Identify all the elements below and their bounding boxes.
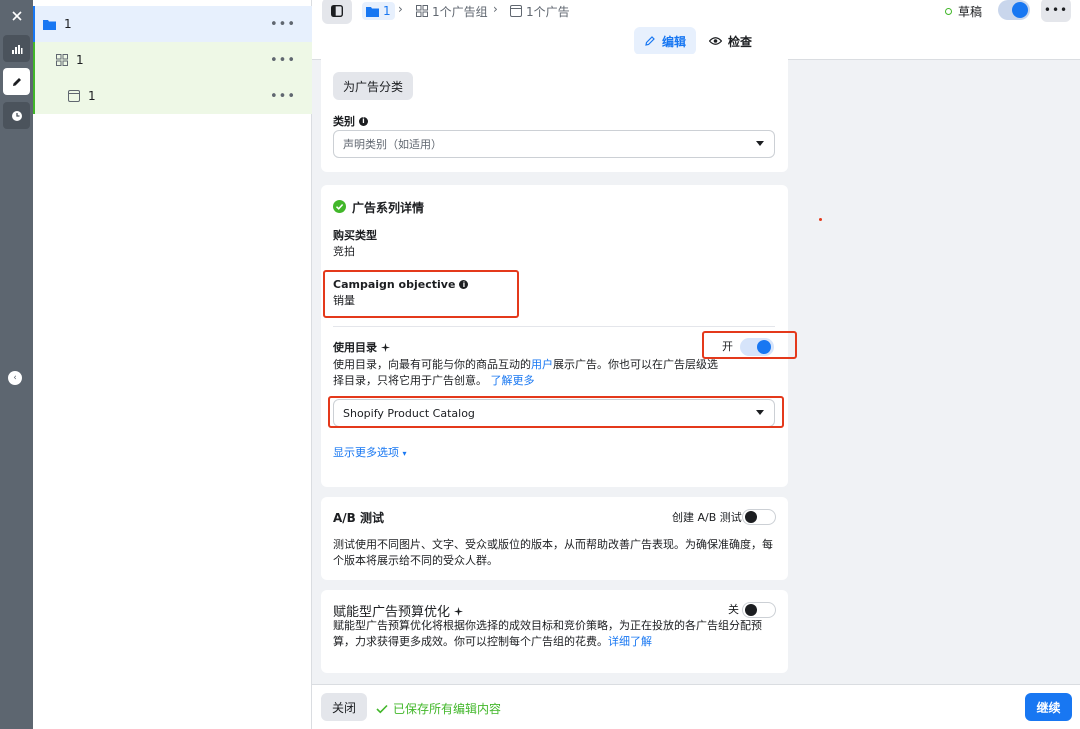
close-icon[interactable] xyxy=(3,2,30,29)
purchase-type-value: 竞拍 xyxy=(333,245,355,258)
breadcrumb-adset[interactable]: 1个广告组 xyxy=(416,2,488,20)
status-label: 草稿 xyxy=(958,5,983,19)
pencil-icon xyxy=(645,36,655,46)
budget-toggle-label: 关 xyxy=(728,603,739,616)
more-icon[interactable]: ••• xyxy=(270,53,296,68)
sparkle-icon xyxy=(454,607,464,616)
continue-button[interactable]: 继续 xyxy=(1025,693,1072,721)
category-card: 为广告分类 类别 i 声明类别（如适用） xyxy=(321,54,788,172)
status-badge: 草稿 xyxy=(945,3,982,20)
status-dot-icon xyxy=(945,8,952,15)
tab-edit[interactable]: 编辑 xyxy=(634,27,697,55)
objective-highlight xyxy=(323,270,519,318)
ad-icon xyxy=(68,90,80,102)
divider xyxy=(333,326,775,327)
tab-review[interactable]: 检查 xyxy=(699,27,762,55)
purchase-type-label: 购买类型 xyxy=(333,229,377,242)
saved-status: 已保存所有编辑内容 xyxy=(376,700,501,717)
tab-label: 检查 xyxy=(728,34,753,49)
ad-icon xyxy=(510,5,522,17)
tree-item-ad[interactable]: 1 ••• xyxy=(33,78,312,114)
breadcrumb-label: 1个广告组 xyxy=(432,4,488,19)
caret-down-icon: ▾ xyxy=(402,449,407,458)
category-placeholder: 声明类别（如适用） xyxy=(343,138,442,151)
check-icon xyxy=(376,704,388,713)
catalog-desc-part: 使用目录，向最有可能与你的商品互动的 xyxy=(333,358,531,371)
more-icon[interactable]: ••• xyxy=(270,17,296,32)
category-label: 类别 i xyxy=(333,113,368,129)
user-link[interactable]: 用户 xyxy=(531,358,553,371)
catalog-select-highlight xyxy=(328,396,784,428)
campaign-details-title: 广告系列详情 xyxy=(352,201,425,215)
more-options-button[interactable]: ••• xyxy=(1041,0,1071,22)
editor-header: 1 › 1个广告组 › 1个广告 草稿 ••• 编辑 检查 xyxy=(312,0,1080,60)
catalog-label-text: 使用目录 xyxy=(333,341,377,354)
editor-content: 为广告分类 类别 i 声明类别（如适用） 广告系列详情 购买类型 竞拍 Camp… xyxy=(312,54,799,684)
categorize-ad-button[interactable]: 为广告分类 xyxy=(333,72,413,100)
publish-toggle[interactable] xyxy=(998,0,1030,20)
tab-label: 编辑 xyxy=(662,34,687,49)
preview-area xyxy=(799,60,1080,684)
more-icon[interactable]: ••• xyxy=(270,89,296,104)
ab-test-card: A/B 测试 创建 A/B 测试 测试使用不同图片、文字、受众或版位的版本，从而… xyxy=(321,497,788,580)
tree-item-campaign[interactable]: 1 ••• xyxy=(33,6,312,42)
show-more-options-link[interactable]: 显示更多选项 ▾ xyxy=(333,445,407,462)
eye-icon xyxy=(709,37,722,45)
ab-test-toggle-label: 创建 A/B 测试 xyxy=(672,511,742,524)
pencil-icon[interactable] xyxy=(3,68,30,95)
tree-item-label: 1 xyxy=(88,89,96,103)
show-more-label: 显示更多选项 xyxy=(333,446,399,459)
clock-icon[interactable] xyxy=(3,102,30,129)
chart-icon[interactable] xyxy=(3,35,30,62)
catalog-toggle-highlight xyxy=(702,331,797,359)
campaign-tree: 1 ••• 1 ••• 1 ••• xyxy=(33,0,312,729)
budget-desc-text: 赋能型广告预算优化将根据你选择的成效目标和竞价策略，为正在投放的各广告组分配预算… xyxy=(333,619,762,648)
campaign-details-card: 广告系列详情 购买类型 竞拍 Campaign objective i 销量 使… xyxy=(321,185,797,487)
ab-test-toggle[interactable] xyxy=(742,509,776,525)
budget-toggle[interactable] xyxy=(742,602,776,618)
category-label-text: 类别 xyxy=(333,115,355,128)
learn-more-link[interactable]: 了解更多 xyxy=(491,374,535,387)
panel-toggle-icon[interactable] xyxy=(322,0,352,24)
grid-icon xyxy=(56,54,68,66)
breadcrumb-ad[interactable]: 1个广告 xyxy=(510,2,570,20)
breadcrumb-campaign[interactable]: 1 xyxy=(362,2,395,20)
ab-test-description: 测试使用不同图片、文字、受众或版位的版本，从而帮助改善广告表现。为确保准确度，每… xyxy=(333,538,773,567)
sparkle-icon xyxy=(381,342,390,352)
budget-optimization-card: 赋能型广告预算优化 关 赋能型广告预算优化将根据你选择的成效目标和竞价策略，为正… xyxy=(321,590,788,673)
check-circle-icon xyxy=(333,200,346,213)
saved-status-text: 已保存所有编辑内容 xyxy=(393,702,502,716)
close-button[interactable]: 关闭 xyxy=(321,693,367,721)
caret-down-icon xyxy=(756,141,764,146)
tree-item-label: 1 xyxy=(64,17,72,31)
catalog-label: 使用目录 xyxy=(333,339,390,355)
breadcrumb-label: 1个广告 xyxy=(526,4,570,19)
chevron-right-icon: › xyxy=(398,2,403,16)
breadcrumb-label: 1 xyxy=(383,4,391,18)
category-select[interactable]: 声明类别（如适用） xyxy=(333,130,775,158)
collapse-chevron-icon[interactable]: ‹ xyxy=(8,371,22,385)
tree-item-label: 1 xyxy=(76,53,84,67)
chevron-right-icon: › xyxy=(493,2,498,16)
editor-footer: 关闭 已保存所有编辑内容 继续 xyxy=(312,684,1080,729)
catalog-description: 使用目录，向最有可能与你的商品互动的用户展示广告。你也可以在广告层级选择目录，只… xyxy=(333,357,718,389)
info-icon[interactable]: i xyxy=(359,116,368,126)
tree-item-adset[interactable]: 1 ••• xyxy=(33,42,312,78)
red-dot-marker xyxy=(819,218,822,221)
grid-icon xyxy=(416,5,428,17)
folder-icon xyxy=(43,19,56,30)
left-rail: ‹ xyxy=(0,0,33,729)
ab-test-title: A/B 测试 xyxy=(333,511,384,525)
budget-description: 赋能型广告预算优化将根据你选择的成效目标和竞价策略，为正在投放的各广告组分配预算… xyxy=(333,618,773,650)
folder-icon xyxy=(366,6,379,17)
learn-more-link[interactable]: 详细了解 xyxy=(608,635,652,648)
